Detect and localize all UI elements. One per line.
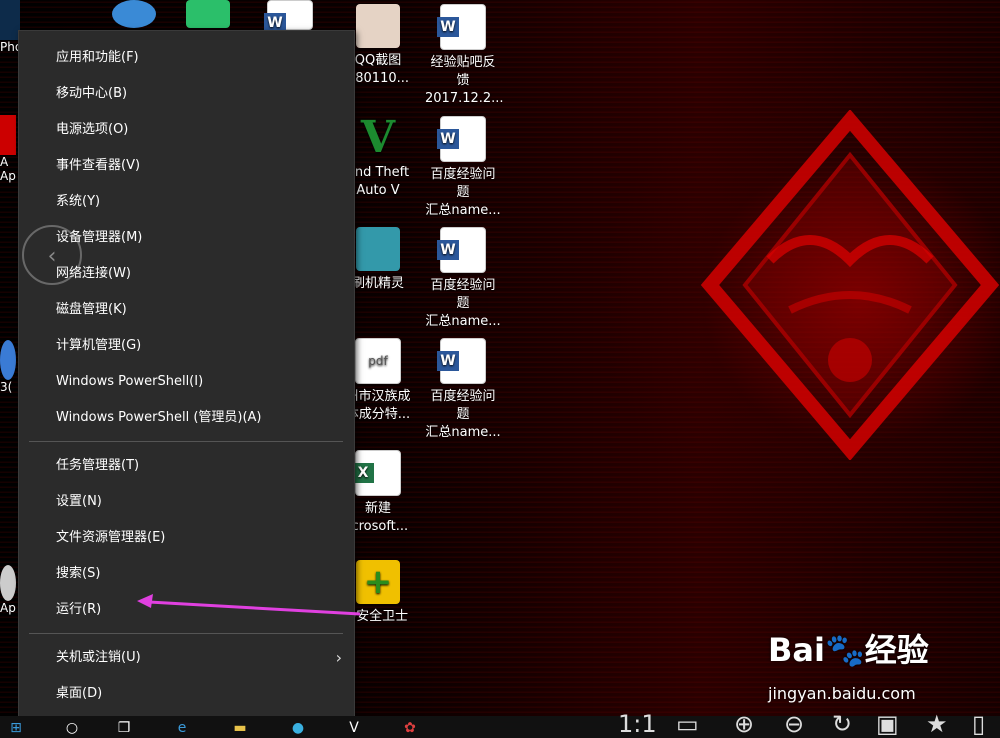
back-arrow-icon[interactable]: ‹ (22, 225, 82, 285)
menu-item-apps-features[interactable]: 应用和功能(F) (19, 41, 354, 75)
rotate-icon[interactable]: ↻ (832, 710, 852, 738)
edge-label: Ap (0, 601, 16, 615)
menu-item-desktop[interactable]: 桌面(D) (19, 677, 354, 711)
desktop-icon-baidu-doc-2[interactable]: 百度经验问题 汇总name... (425, 227, 501, 331)
menu-item-task-manager[interactable]: 任务管理器(T) (19, 449, 354, 483)
menu-item-event-viewer[interactable]: 事件查看器(V) (19, 149, 354, 183)
red-emblem-wallpaper (700, 110, 1000, 460)
favorite-icon[interactable]: ★ (926, 710, 948, 738)
zoom-ratio[interactable]: 1:1 (618, 710, 657, 738)
menu-item-computer-management[interactable]: 计算机管理(G) (19, 329, 354, 363)
chevron-right-icon: › (335, 648, 342, 667)
menu-item-system[interactable]: 系统(Y) (19, 185, 354, 219)
edge-label: 3( (0, 380, 13, 394)
app-taskbar-icon[interactable]: ✿ (400, 718, 420, 738)
word-document-icon (437, 4, 486, 50)
edge-browser-icon[interactable]: e (172, 718, 192, 738)
fit-screen-icon[interactable]: ▭ (676, 710, 699, 738)
edge-photoshop-icon[interactable]: Pho (0, 0, 22, 54)
icon-label: 汇总name... (425, 314, 501, 329)
word-document-icon (437, 116, 486, 162)
annotation-arrow-icon (137, 594, 361, 616)
gta-taskbar-icon[interactable]: V (344, 718, 364, 738)
desktop-icon-baidu-doc-1[interactable]: 百度经验问题 汇总name... (425, 116, 501, 220)
leaf-app-icon (186, 0, 230, 28)
icon-label: 百度经验问题 (430, 167, 496, 200)
zoom-out-icon[interactable]: ⊖ (784, 710, 804, 738)
watermark-url: jingyan.baidu.com (768, 684, 916, 703)
menu-item-shutdown-signout[interactable]: 关机或注销(U) › (19, 641, 354, 675)
flash-tool-icon (356, 227, 400, 271)
browser-icon (112, 0, 156, 28)
edge-app-icon[interactable]: A Ap (0, 115, 20, 183)
excel-file-icon (352, 450, 401, 496)
menu-item-powershell[interactable]: Windows PowerShell(I) (19, 365, 354, 399)
chat-app-icon[interactable]: ● (288, 718, 308, 738)
icon-label: 汇总name... (425, 425, 501, 440)
word-document-icon (437, 227, 486, 273)
menu-item-powershell-admin[interactable]: Windows PowerShell (管理员)(A) (19, 401, 354, 435)
menu-item-label: 关机或注销(U) (56, 650, 141, 665)
desktop-icon-partial[interactable] (170, 0, 246, 32)
menu-item-disk-management[interactable]: 磁盘管理(K) (19, 293, 354, 327)
edge-label: Ap (0, 169, 16, 183)
icon-label: 汇总name... (425, 203, 501, 218)
menu-item-mobility-center[interactable]: 移动中心(B) (19, 77, 354, 111)
paw-icon: 🐾 (824, 631, 865, 669)
menu-item-settings[interactable]: 设置(N) (19, 485, 354, 519)
pdf-file-icon: pdf (355, 338, 401, 384)
save-icon[interactable]: ▣ (876, 710, 899, 738)
menu-item-power-options[interactable]: 电源选项(O) (19, 113, 354, 147)
cortana-icon[interactable]: ○ (62, 718, 82, 738)
edge-360-icon[interactable]: 3( (0, 340, 20, 394)
fullscreen-icon[interactable]: ▯ (972, 710, 985, 738)
edge-label: A (0, 155, 9, 169)
menu-item-search[interactable]: 搜索(S) (19, 557, 354, 591)
edge-apple-icon[interactable]: Ap (0, 565, 20, 615)
menu-divider (29, 633, 343, 634)
gta-v-icon: V (360, 112, 396, 163)
desktop-icon-partial[interactable] (96, 0, 172, 32)
zoom-in-icon[interactable]: ⊕ (734, 710, 754, 738)
icon-label: 2017.12.2... (425, 91, 504, 106)
task-view-icon[interactable]: ❐ (114, 718, 134, 738)
watermark-brand: Bai (768, 631, 825, 669)
desktop-icon-baidu-doc-3[interactable]: 百度经验问题 汇总name... (425, 338, 501, 442)
baidu-jingyan-watermark: Bai🐾经验 jingyan.baidu.com (768, 630, 929, 703)
word-document-icon (264, 0, 313, 33)
menu-divider (29, 441, 343, 442)
word-document-icon (437, 338, 486, 384)
watermark-brand-suffix: 经验 (864, 631, 929, 669)
icon-label: 百度经验问题 (430, 389, 496, 422)
windows-start-icon[interactable]: ⊞ (6, 718, 26, 738)
desktop-icon-feedback-doc[interactable]: 经验贴吧反馈 2017.12.2... (425, 4, 504, 108)
photo-icon (356, 4, 400, 48)
menu-item-file-explorer[interactable]: 文件资源管理器(E) (19, 521, 354, 555)
icon-label: 经验贴吧反馈 (430, 55, 496, 88)
file-explorer-icon[interactable]: ▬ (230, 718, 250, 738)
desktop-icon-partial[interactable] (252, 0, 328, 34)
icon-label: 百度经验问题 (430, 278, 496, 311)
